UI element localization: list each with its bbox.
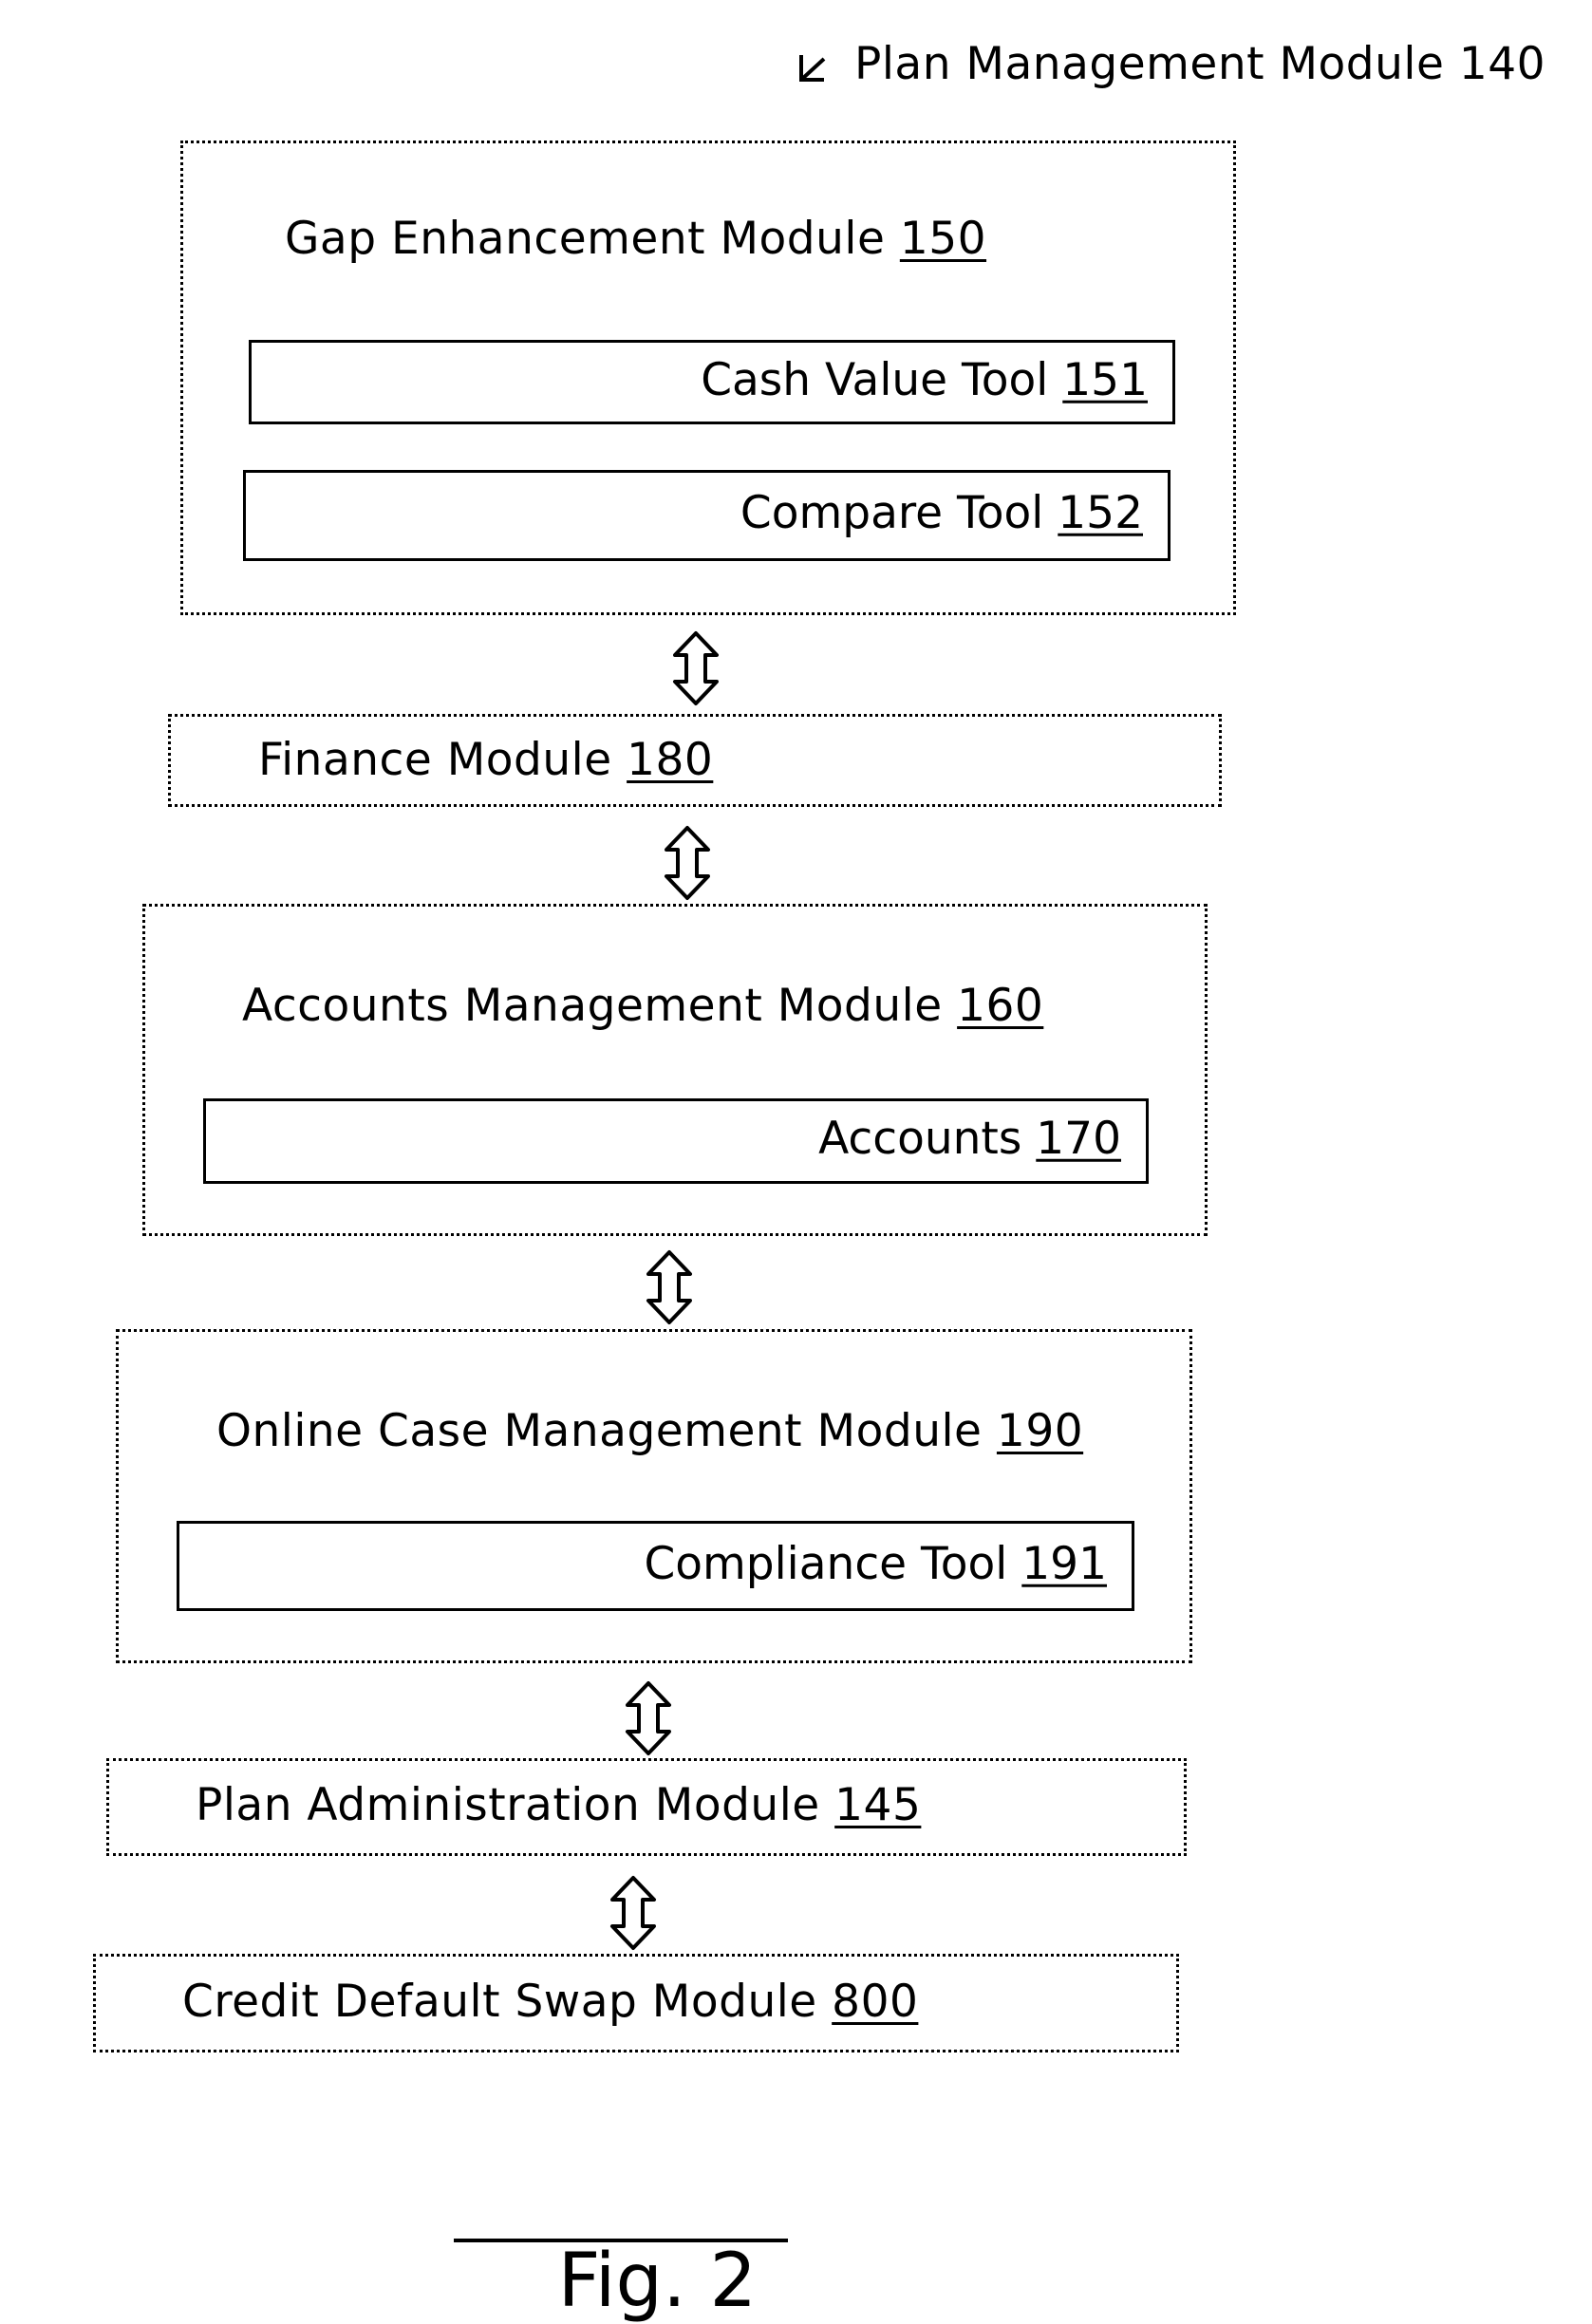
compare-tool-box: Compare Tool 152: [243, 470, 1171, 561]
compliance-tool-box: Compliance Tool 191: [177, 1521, 1134, 1611]
accounts-box: Accounts 170: [203, 1098, 1149, 1184]
arrow-down-left-icon: [796, 48, 833, 86]
online-case-management-ref: 190: [996, 1405, 1084, 1457]
cash-value-tool-ref: 151: [1062, 353, 1148, 406]
compare-tool-ref: 152: [1058, 486, 1143, 539]
plan-administration-title: Plan Administration Module: [196, 1779, 820, 1831]
compliance-tool-label: Compliance Tool 191: [644, 1537, 1107, 1589]
plan-management-title: Plan Management Module: [854, 38, 1445, 90]
accounts-management-title: Accounts Management Module: [242, 980, 943, 1032]
gap-enhancement-title: Gap Enhancement Module: [285, 213, 886, 265]
figure-caption-text: Fig. 2: [557, 2239, 758, 2324]
online-case-management-module-box: [116, 1329, 1192, 1663]
bidirectional-arrow-icon: [626, 1681, 671, 1755]
compare-tool-label: Compare Tool 152: [740, 487, 1143, 539]
cash-value-tool-label: Cash Value Tool 151: [701, 353, 1148, 405]
finance-module-label: Finance Module 180: [258, 738, 713, 782]
accounts-title: Accounts: [818, 1112, 1022, 1165]
cash-value-tool-title: Cash Value Tool: [701, 353, 1049, 406]
bidirectional-arrow-icon: [665, 826, 710, 900]
figure-caption: Fig. 2: [511, 2170, 758, 2318]
accounts-management-module-box: [142, 904, 1208, 1236]
bidirectional-arrow-icon: [646, 1250, 692, 1324]
online-case-management-module-label: Online Case Management Module 190: [216, 1409, 1083, 1453]
figure-caption-underline: [454, 2239, 788, 2242]
gap-enhancement-ref: 150: [899, 213, 987, 265]
plan-administration-ref: 145: [834, 1779, 922, 1831]
bidirectional-arrow-icon: [610, 1876, 656, 1950]
accounts-label: Accounts 170: [818, 1113, 1121, 1165]
compare-tool-title: Compare Tool: [740, 486, 1044, 539]
plan-administration-module-label: Plan Administration Module 145: [196, 1783, 921, 1827]
credit-default-swap-title: Credit Default Swap Module: [182, 1976, 817, 2028]
plan-management-ref: 140: [1458, 38, 1546, 90]
credit-default-swap-module-label: Credit Default Swap Module 800: [182, 1979, 918, 2024]
compliance-tool-ref: 191: [1021, 1537, 1107, 1590]
accounts-management-module-label: Accounts Management Module 160: [242, 984, 1043, 1028]
finance-module-title: Finance Module: [258, 734, 612, 786]
accounts-management-ref: 160: [957, 980, 1044, 1032]
gap-enhancement-module-label: Gap Enhancement Module 150: [285, 216, 986, 261]
online-case-management-title: Online Case Management Module: [216, 1405, 983, 1457]
plan-management-module-label: Plan Management Module 140: [796, 42, 1545, 86]
accounts-ref: 170: [1036, 1112, 1121, 1165]
bidirectional-arrow-icon: [673, 631, 719, 705]
cash-value-tool-box: Cash Value Tool 151: [249, 340, 1175, 424]
credit-default-swap-ref: 800: [832, 1976, 919, 2028]
finance-module-ref: 180: [627, 734, 714, 786]
compliance-tool-title: Compliance Tool: [644, 1537, 1008, 1590]
